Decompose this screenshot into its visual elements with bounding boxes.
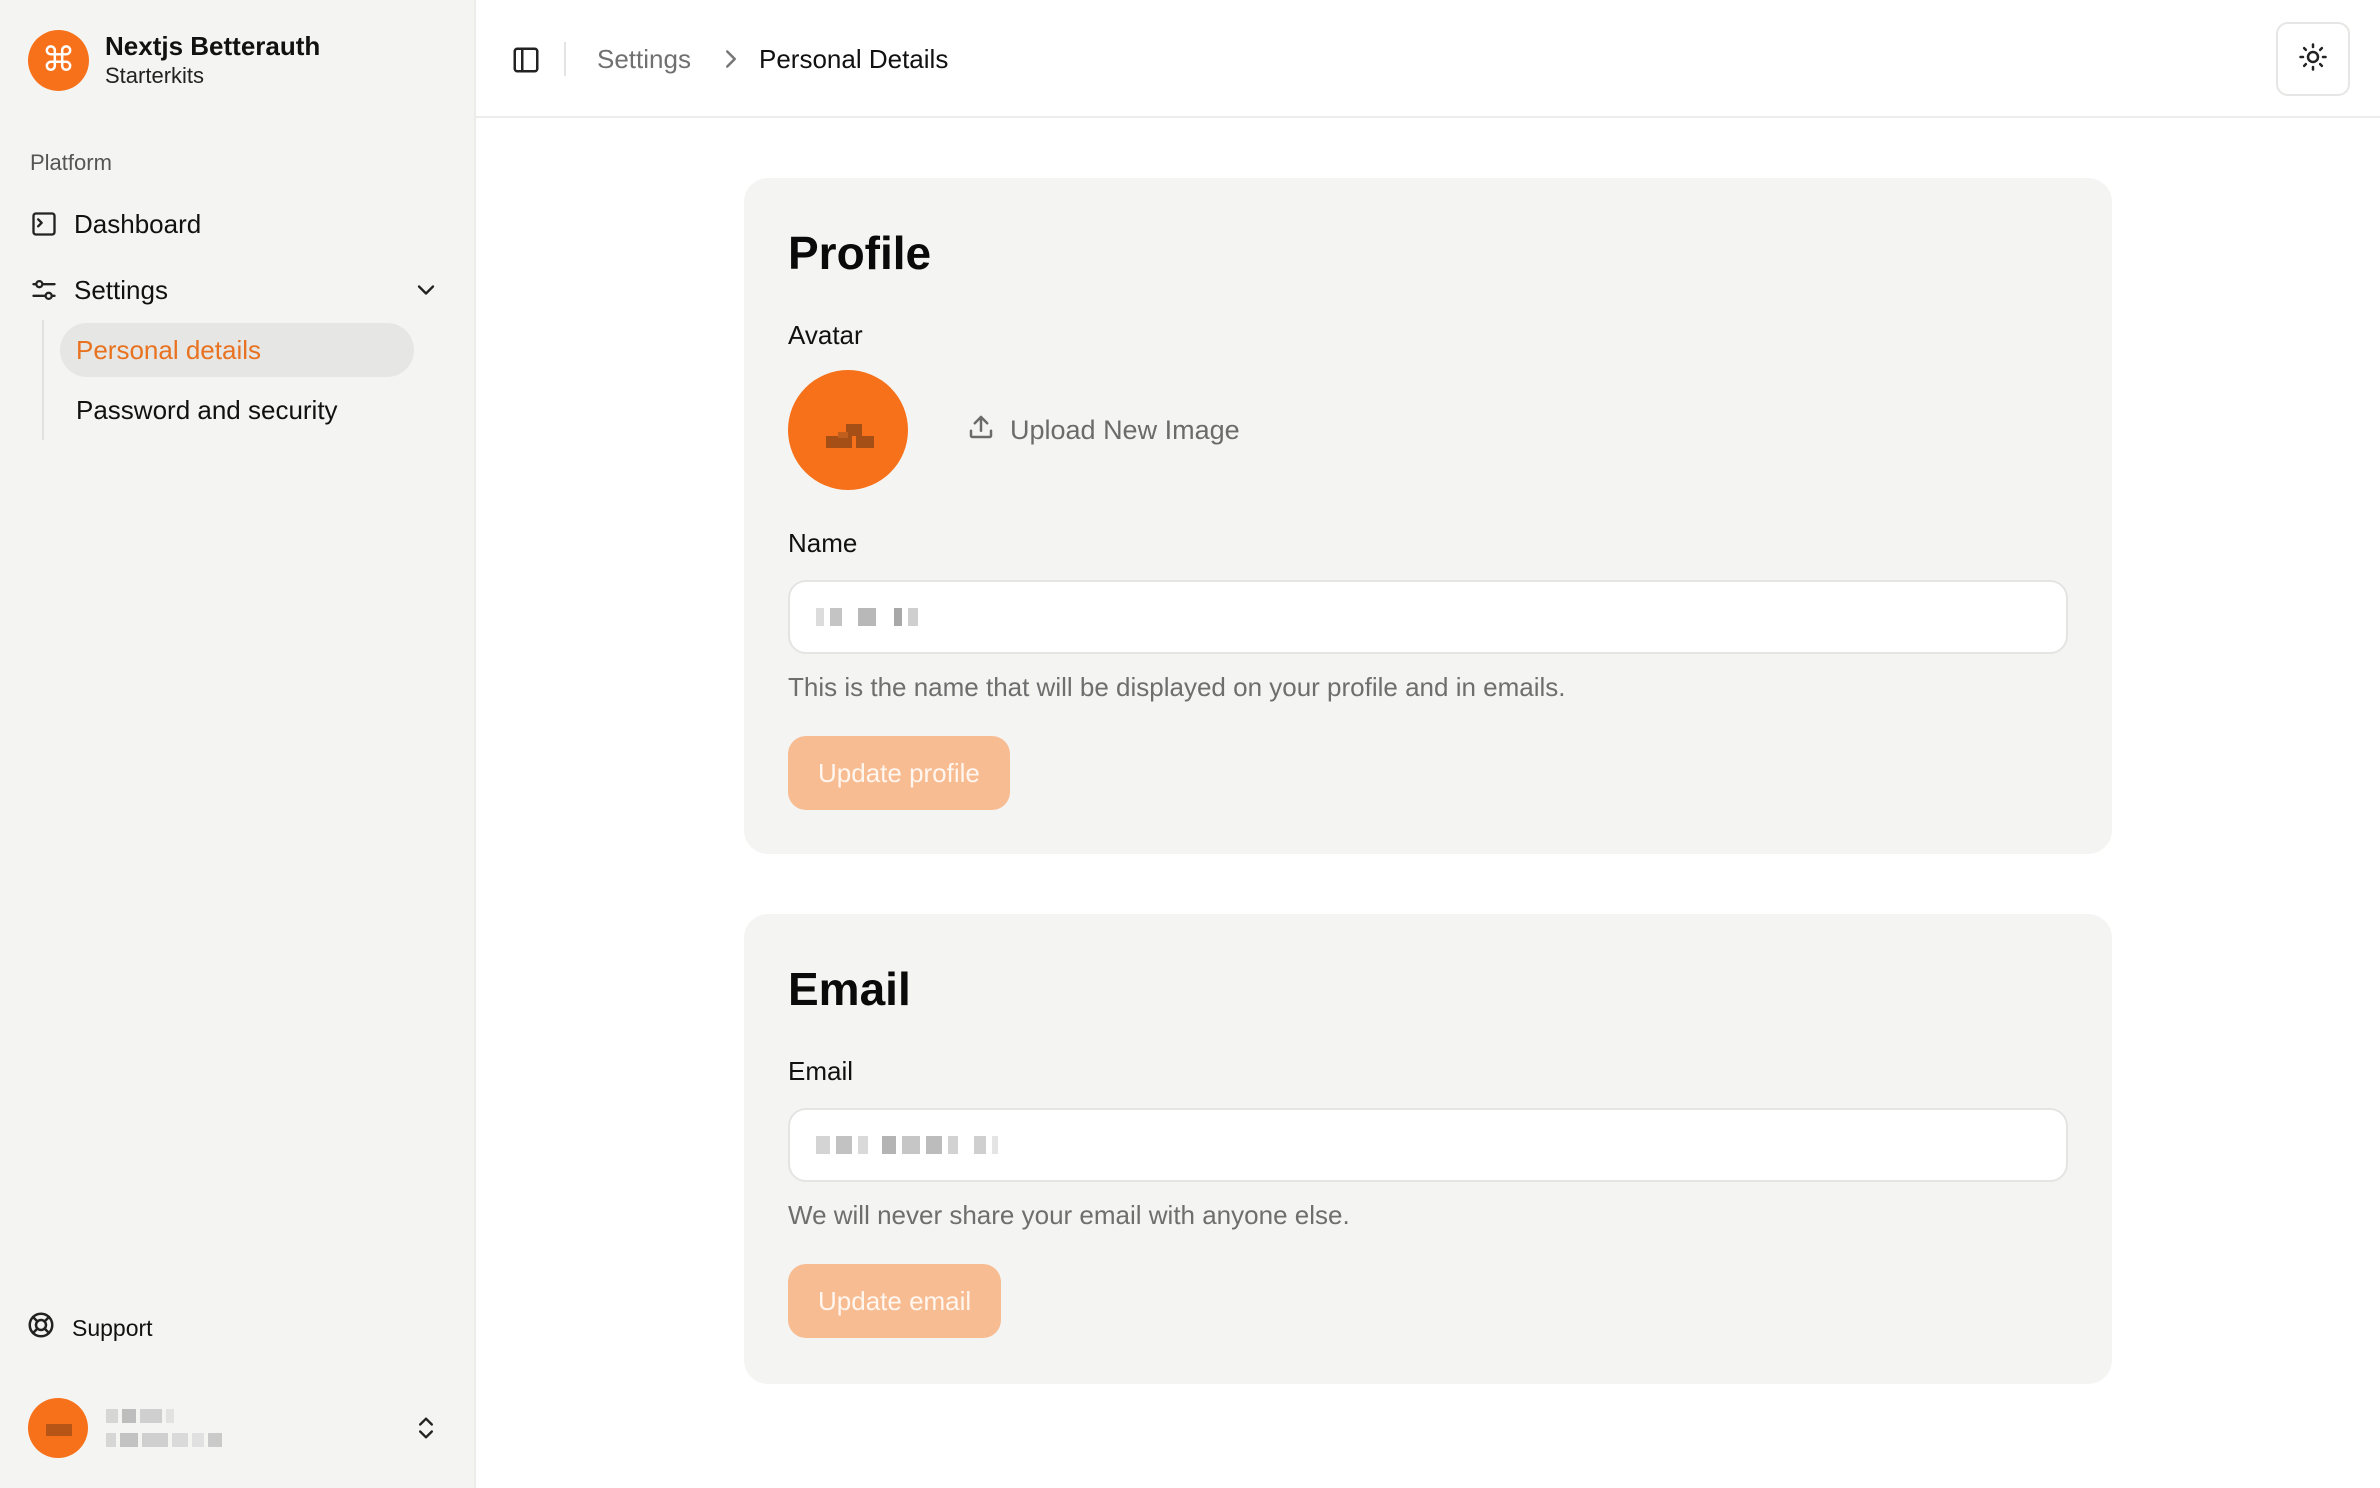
user-name-redacted (106, 1409, 222, 1423)
sidebar-item-label: Settings (74, 274, 168, 305)
sidebar-item-dashboard[interactable]: Dashboard (20, 196, 456, 252)
email-card-title: Email (788, 963, 911, 1015)
name-label: Name (788, 528, 858, 558)
email-label: Email (788, 1056, 854, 1086)
upload-label: Upload New Image (1010, 414, 1240, 445)
theme-toggle-button[interactable] (2276, 22, 2350, 96)
settings-sliders-icon (30, 276, 58, 304)
sidebar-item-label: Dashboard (74, 208, 202, 239)
dashboard-icon (30, 210, 58, 238)
update-profile-button[interactable]: Update profile (788, 736, 1010, 810)
sidebar-group-label: Platform (30, 150, 112, 175)
panel-left-icon[interactable] (506, 40, 546, 80)
brand-subtitle: Starterkits (105, 63, 205, 88)
submenu-track (42, 320, 44, 440)
profile-avatar (788, 370, 908, 490)
sidebar-item-settings[interactable]: Settings (20, 262, 456, 318)
email-helper-text: We will never share your email with anyo… (788, 1200, 1350, 1230)
breadcrumb-settings[interactable]: Settings (597, 42, 691, 76)
user-menu[interactable] (20, 1388, 456, 1468)
user-email-redacted (106, 1433, 222, 1447)
email-input[interactable] (788, 1108, 2068, 1182)
command-icon: ⌘ (28, 29, 89, 91)
sidebar-subitem-password-security[interactable]: Password and security (60, 383, 414, 437)
upload-new-image-button[interactable]: Upload New Image (966, 408, 1240, 452)
chevrons-up-down-icon (412, 1414, 440, 1442)
support-link[interactable]: Support (26, 1308, 153, 1348)
name-value-redacted (816, 608, 918, 626)
update-email-button[interactable]: Update email (788, 1264, 1002, 1338)
brand-text: Nextjs Betterauth Starterkits (105, 30, 320, 90)
user-info-redacted (106, 1409, 222, 1447)
profile-card-title: Profile (788, 227, 932, 279)
avatar (28, 1398, 88, 1458)
brand-title: Nextjs Betterauth (105, 31, 321, 61)
life-buoy-icon (26, 1310, 56, 1346)
sidebar-subitem-personal-details[interactable]: Personal details (60, 323, 414, 377)
name-helper-text: This is the name that will be displayed … (788, 672, 1566, 702)
chevron-down-icon[interactable] (412, 276, 440, 304)
chevron-right-icon (716, 44, 746, 74)
avatar-label: Avatar (788, 320, 863, 350)
upload-icon (966, 412, 996, 449)
email-card: Email Email We will never share your ema… (744, 914, 2112, 1384)
brand-switcher[interactable]: ⌘ Nextjs Betterauth Starterkits (28, 28, 448, 92)
sidebar: ⌘ Nextjs Betterauth Starterkits Platform… (0, 0, 476, 1488)
profile-card: Profile Avatar Upload New Image Name Thi… (744, 178, 2112, 854)
breadcrumb-current: Personal Details (759, 44, 949, 74)
name-input[interactable] (788, 580, 2068, 654)
email-value-redacted (816, 1136, 998, 1154)
header-divider (564, 42, 566, 76)
support-label: Support (72, 1314, 153, 1341)
top-header: Settings Personal Details (476, 0, 2380, 118)
sun-icon (2298, 42, 2328, 77)
